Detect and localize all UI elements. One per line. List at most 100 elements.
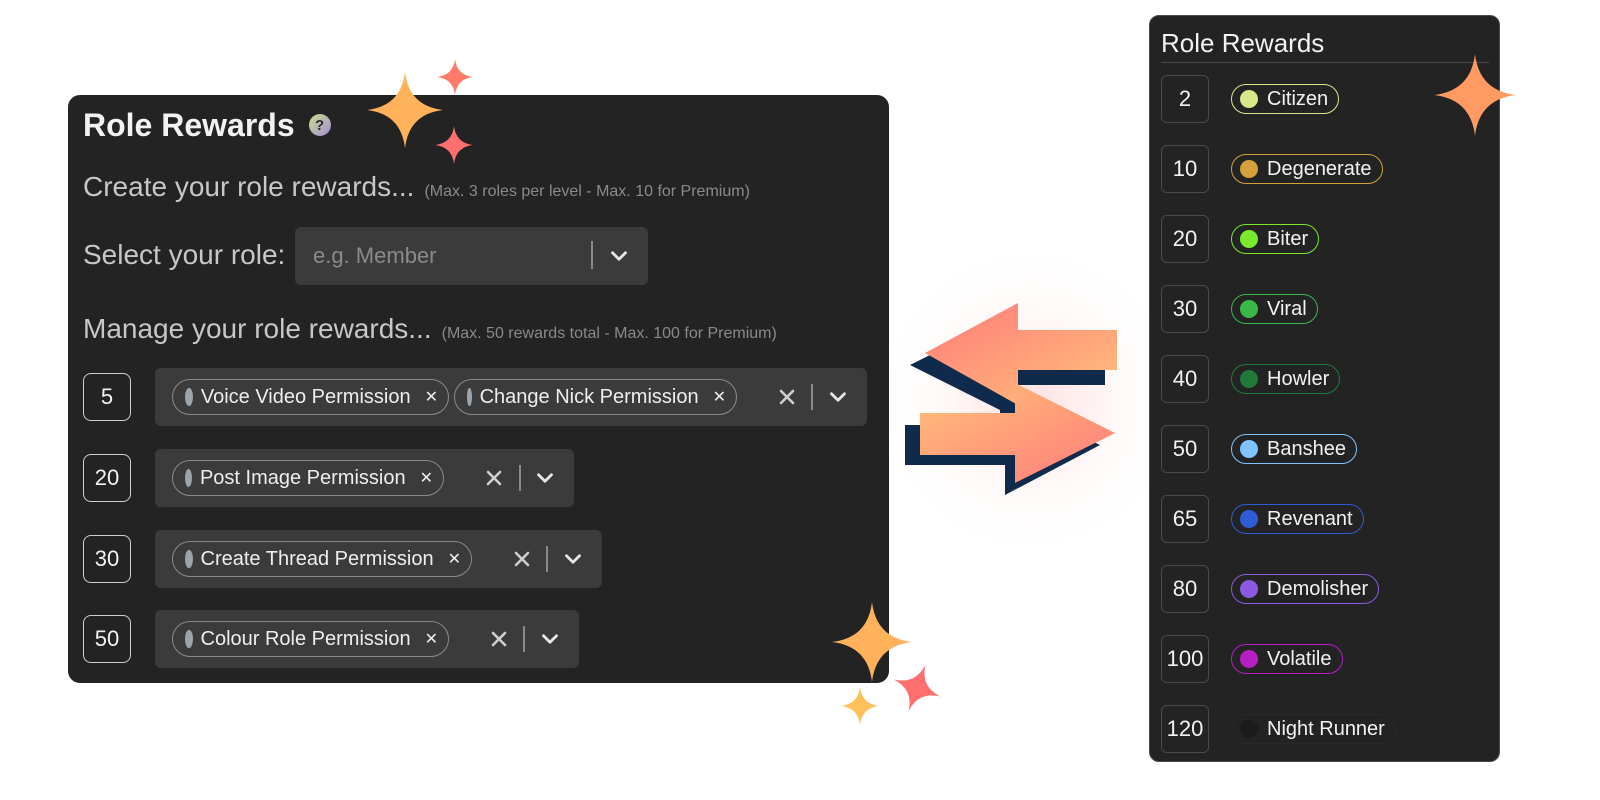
role-color-dot <box>1240 90 1258 108</box>
remove-role-icon[interactable]: ✕ <box>420 468 443 488</box>
role-chip-label: Howler <box>1267 367 1330 390</box>
clear-all-icon[interactable] <box>777 387 797 407</box>
select-separator <box>519 465 521 491</box>
level-badge: 10 <box>1161 145 1209 193</box>
remove-role-icon[interactable]: ✕ <box>425 629 448 649</box>
chevron-down-icon[interactable] <box>560 546 586 572</box>
clear-all-icon[interactable] <box>489 629 509 649</box>
create-section-heading: Create your role rewards... (Max. 3 role… <box>83 171 750 203</box>
role-chip: Citizen <box>1231 84 1340 114</box>
sparkle-icon <box>435 126 473 164</box>
sparkle-icon <box>893 664 941 712</box>
role-chip-label: Volatile <box>1267 647 1332 670</box>
role-select-input[interactable] <box>295 227 585 285</box>
role-chip: Night Runner <box>1231 714 1396 744</box>
chevron-down-icon[interactable] <box>606 243 632 269</box>
role-color-dot <box>1240 650 1258 668</box>
role-chip: Howler <box>1231 364 1341 394</box>
sparkle-icon <box>436 58 474 96</box>
role-select[interactable] <box>295 227 648 285</box>
role-color-dot <box>1240 510 1258 528</box>
question-mark-icon[interactable]: ? <box>308 114 331 136</box>
reward-level-box[interactable]: 50 <box>83 615 131 663</box>
panel-title: Role Rewards <box>1161 28 1325 58</box>
reward-roles-select[interactable]: Create Thread Permission ✕ <box>155 530 602 588</box>
remove-role-icon[interactable]: ✕ <box>713 387 736 407</box>
role-color-dot <box>185 388 193 406</box>
role-chip: Degenerate <box>1231 154 1383 184</box>
role-color-dot <box>1240 580 1258 598</box>
role-chip: Banshee <box>1231 434 1357 464</box>
chevron-down-icon[interactable] <box>532 465 558 491</box>
clear-all-icon[interactable] <box>484 468 504 488</box>
manage-note: (Max. 50 rewards total - Max. 100 for Pr… <box>441 325 777 342</box>
role-color-dot <box>1240 370 1258 388</box>
select-separator <box>523 626 525 652</box>
role-rewards-editor-panel: Role Rewards ? Create your role rewards.… <box>68 95 889 683</box>
level-badge: 80 <box>1161 565 1209 613</box>
reward-level-box[interactable]: 5 <box>83 373 131 421</box>
level-badge: 40 <box>1161 355 1209 403</box>
role-chip: Post Image Permission ✕ <box>172 460 444 496</box>
create-heading-text: Create your role rewards... <box>83 171 415 202</box>
role-color-dot <box>467 388 472 406</box>
level-badge: 2 <box>1161 75 1209 123</box>
role-color-dot <box>1240 720 1258 738</box>
chevron-down-icon[interactable] <box>537 626 563 652</box>
role-chip: Demolisher <box>1231 574 1380 604</box>
role-color-dot <box>1240 440 1258 458</box>
role-color-dot <box>1240 300 1258 318</box>
manage-heading-text: Manage your role rewards... <box>83 313 432 344</box>
panel-title-text: Role Rewards <box>83 106 295 143</box>
role-chip: Colour Role Permission ✕ <box>172 621 449 657</box>
sparkle-icon <box>841 687 879 725</box>
role-chip-label: Citizen <box>1267 87 1329 110</box>
level-badge: 120 <box>1161 705 1209 753</box>
select-separator <box>591 241 593 269</box>
role-chip-label: Colour Role Permission <box>200 627 411 650</box>
role-chip: Create Thread Permission ✕ <box>172 541 472 577</box>
reward-roles-select[interactable]: Voice Video Permission ✕ Change Nick Per… <box>155 368 867 426</box>
reward-level-box[interactable]: 30 <box>83 535 131 583</box>
select-separator <box>811 384 813 410</box>
role-chip: Voice Video Permission ✕ <box>172 379 449 415</box>
role-chip-label: Biter <box>1267 227 1309 250</box>
create-note: (Max. 3 roles per level - Max. 10 for Pr… <box>424 183 750 200</box>
reward-roles-select[interactable]: Colour Role Permission ✕ <box>155 610 579 668</box>
level-badge: 20 <box>1161 215 1209 263</box>
sparkle-icon <box>367 72 443 148</box>
reward-roles-select[interactable]: Post Image Permission ✕ <box>155 449 574 507</box>
role-color-dot <box>185 630 193 648</box>
role-chip-label: Create Thread Permission <box>200 547 434 570</box>
swap-arrows-icon <box>905 303 1117 495</box>
select-separator <box>546 546 548 572</box>
page-title: Role Rewards ? <box>83 105 331 145</box>
role-chip-label: Banshee <box>1267 437 1346 460</box>
role-chip-label: Demolisher <box>1267 577 1369 600</box>
select-role-label: Select your role: <box>83 239 286 270</box>
level-badge: 50 <box>1161 425 1209 473</box>
role-chip-label: Night Runner <box>1267 717 1385 740</box>
role-chip: Change Nick Permission ✕ <box>454 379 737 415</box>
clear-all-icon[interactable] <box>512 549 532 569</box>
reward-level-box[interactable]: 20 <box>83 454 131 502</box>
sparkle-icon <box>1434 54 1516 136</box>
role-chip: Viral <box>1231 294 1318 324</box>
level-badge: 30 <box>1161 285 1209 333</box>
manage-section-heading: Manage your role rewards... (Max. 50 rew… <box>83 313 777 345</box>
role-chip-label: Change Nick Permission <box>479 385 699 408</box>
level-badge: 65 <box>1161 495 1209 543</box>
role-chip: Volatile <box>1231 644 1343 674</box>
role-chip-label: Post Image Permission <box>199 466 406 489</box>
chevron-down-icon[interactable] <box>825 384 851 410</box>
role-chip-label: Degenerate <box>1267 157 1372 180</box>
level-badge: 100 <box>1161 635 1209 683</box>
role-chip: Revenant <box>1231 504 1364 534</box>
remove-role-icon[interactable]: ✕ <box>448 549 471 569</box>
role-chip-label: Revenant <box>1267 507 1353 530</box>
role-color-dot <box>1240 160 1258 178</box>
role-color-dot <box>185 469 192 487</box>
role-color-dot <box>1240 230 1258 248</box>
role-chip-label: Voice Video Permission <box>200 385 411 408</box>
remove-role-icon[interactable]: ✕ <box>425 387 448 407</box>
